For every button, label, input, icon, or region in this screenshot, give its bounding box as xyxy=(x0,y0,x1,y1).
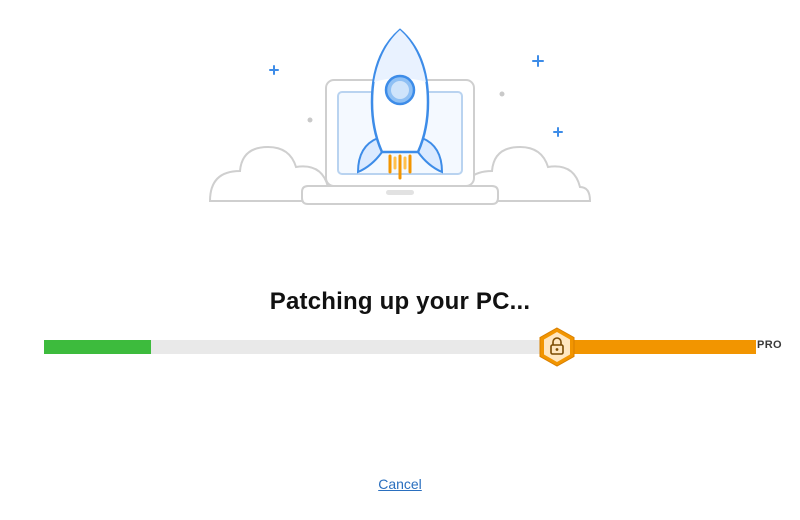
pro-label: PRO xyxy=(757,339,782,351)
rocket-laptop-icon xyxy=(190,16,610,226)
lock-icon xyxy=(537,327,577,367)
progress-bar xyxy=(44,340,756,354)
cancel-link[interactable]: Cancel xyxy=(378,476,422,492)
pro-lock-badge xyxy=(537,327,577,367)
progress-screen: Patching up your PC... PRO Cancel xyxy=(0,0,800,520)
hero-illustration xyxy=(190,16,610,226)
page-title: Patching up your PC... xyxy=(0,288,800,316)
progress-fill-completed xyxy=(44,340,151,354)
progress-fill-pro xyxy=(557,340,756,354)
